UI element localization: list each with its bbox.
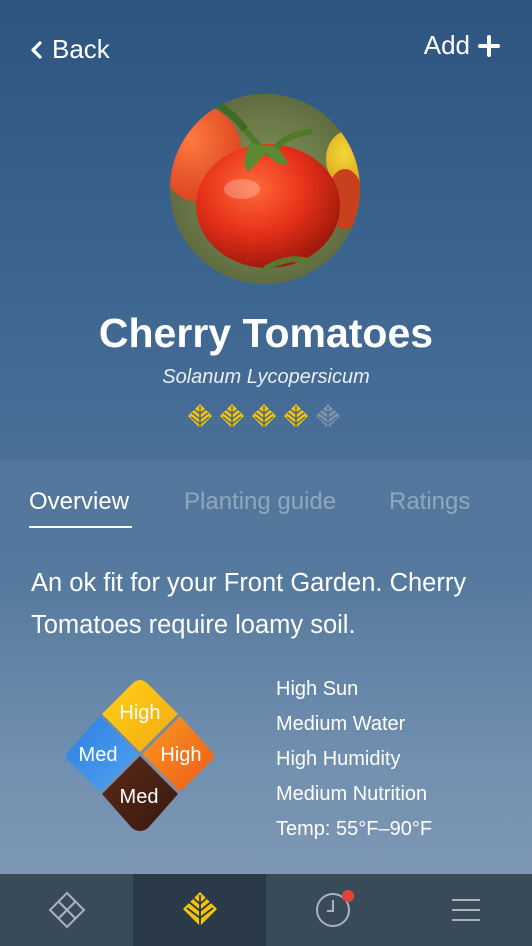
scientific-name: Solanum Lycopersicum xyxy=(162,366,370,388)
nav-menu[interactable] xyxy=(399,874,532,946)
add-label: Add xyxy=(423,30,470,60)
nav-plants[interactable] xyxy=(133,874,266,946)
nav-garden[interactable] xyxy=(0,874,133,946)
tab-ratings[interactable]: Ratings xyxy=(389,488,470,516)
fit-description: An ok fit for your Front Garden. Cherry … xyxy=(31,569,467,639)
nutrition-level-label: Med xyxy=(119,786,159,808)
leaf-rating-filled-icon xyxy=(284,404,308,428)
tab-bar: Overview Planting guide Ratings xyxy=(0,488,532,532)
nutrition-requirement: Medium Nutrition xyxy=(276,783,428,805)
temperature-requirement: Temp: 55°F–90°F xyxy=(276,818,433,840)
tab-overview[interactable]: Overview xyxy=(29,488,129,516)
leaf-rating-filled-icon xyxy=(220,404,244,428)
leaf-rating-filled-icon xyxy=(188,404,212,428)
leaf-rating xyxy=(186,402,346,430)
leaf-rating-empty-icon xyxy=(316,404,340,428)
top-bar: Back Add xyxy=(0,0,532,90)
back-button[interactable]: Back xyxy=(28,34,110,65)
garden-diamond-icon xyxy=(48,891,85,929)
plant-photo xyxy=(170,94,360,284)
back-label: Back xyxy=(52,34,110,64)
tomato-image xyxy=(170,94,360,284)
plant-name: Cherry Tomatoes xyxy=(98,310,434,356)
water-requirement: Medium Water xyxy=(276,713,406,735)
nav-activity[interactable] xyxy=(266,874,399,946)
leaf-rating-filled-icon xyxy=(252,404,276,428)
requirements-diamond: High Med High Med xyxy=(60,676,220,836)
add-button[interactable]: Add xyxy=(424,30,500,61)
plus-icon xyxy=(478,34,500,57)
sun-level-label: High xyxy=(119,702,161,724)
notification-badge xyxy=(342,890,354,902)
tab-planting-guide[interactable]: Planting guide xyxy=(184,488,336,516)
humidity-requirement: High Humidity xyxy=(276,748,401,770)
chevron-left-icon xyxy=(31,40,42,59)
active-tab-indicator xyxy=(29,526,132,528)
humidity-level-label: High xyxy=(160,744,202,766)
sun-requirement: High Sun xyxy=(276,678,359,700)
bottom-navbar xyxy=(0,874,532,946)
requirements-list: High Sun Medium Water High Humidity Medi… xyxy=(276,672,432,847)
menu-icon xyxy=(451,899,480,921)
leaf-icon xyxy=(182,892,217,928)
water-level-label: Med xyxy=(78,744,118,766)
